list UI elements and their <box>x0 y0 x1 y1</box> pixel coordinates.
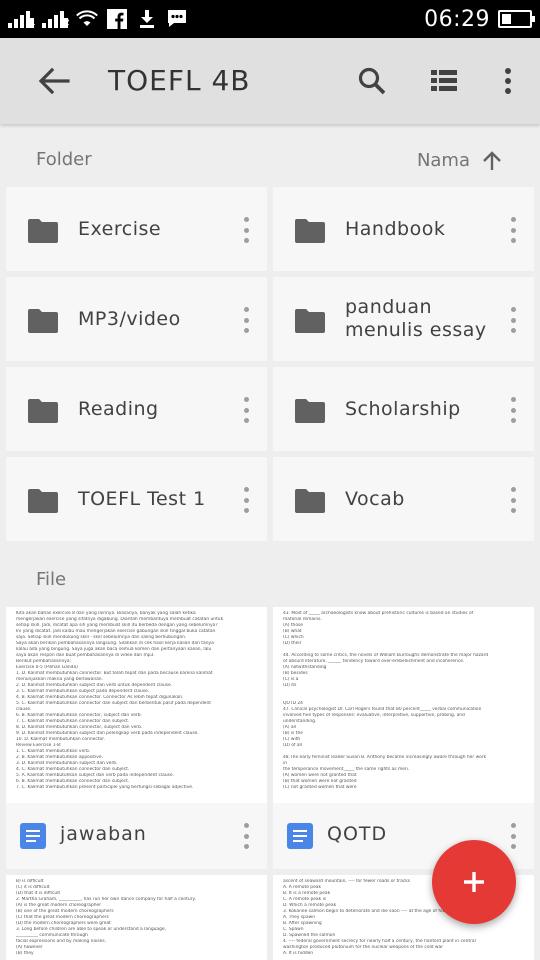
plus-icon <box>464 872 484 892</box>
add-button[interactable] <box>432 840 516 924</box>
preview-line: A. It is hidden <box>283 951 314 956</box>
back-button[interactable] <box>26 53 82 109</box>
folder-name: panduan menulis essay <box>345 296 487 341</box>
app-bar: TOEFL 4B <box>0 38 540 124</box>
more-vert-icon[interactable] <box>243 487 249 513</box>
more-vert-icon[interactable] <box>510 487 516 513</box>
folder-card[interactable]: Reading <box>6 367 267 451</box>
more-vert-icon[interactable] <box>510 217 516 243</box>
more-vert-icon <box>505 68 511 94</box>
more-vert-icon[interactable] <box>510 397 516 423</box>
folder-name: TOEFL Test 1 <box>78 488 206 510</box>
page-title: TOEFL 4B <box>108 64 251 97</box>
folder-card[interactable]: Vocab <box>273 457 534 541</box>
signal-2-icon: 2 <box>42 10 70 28</box>
google-docs-icon <box>287 823 313 849</box>
folder-name: Reading <box>78 398 159 420</box>
folder-icon <box>28 309 58 333</box>
view-toggle-button[interactable] <box>416 53 472 109</box>
file-preview: 43. Most of _____ archaeologists know ab… <box>273 607 534 803</box>
more-options-button[interactable] <box>480 53 536 109</box>
file-card[interactable]: 43. Most of _____ archaeologists know ab… <box>273 607 534 869</box>
folder-name: MP3/video <box>78 308 181 330</box>
arrow-back-icon <box>38 67 70 95</box>
download-icon <box>136 9 158 29</box>
folder-card[interactable]: Exercise <box>6 187 267 271</box>
folder-card[interactable]: Scholarship <box>273 367 534 451</box>
folder-section-label: Folder <box>36 149 92 170</box>
sort-label: Nama <box>416 150 470 171</box>
facebook-icon <box>106 9 128 29</box>
more-vert-icon[interactable] <box>243 307 249 333</box>
file-preview: Kita akan bahas exercise 8 dan yang lain… <box>6 607 267 803</box>
folder-icon <box>28 219 58 243</box>
file-footer: jawaban <box>6 803 267 869</box>
more-vert-icon[interactable] <box>243 823 249 849</box>
more-vert-icon[interactable] <box>510 823 516 849</box>
arrow-up-icon <box>483 150 501 170</box>
file-name: QOTD <box>327 823 388 845</box>
folder-icon <box>28 399 58 423</box>
wifi-icon <box>76 9 98 29</box>
folder-icon <box>295 489 325 513</box>
preview-line: 7. C. Kalimat membutuhkan present partic… <box>16 785 194 790</box>
google-docs-icon <box>20 823 46 849</box>
folder-icon <box>28 489 58 513</box>
status-bar: 1 2 06:29 <box>0 0 540 38</box>
folder-icon <box>295 219 325 243</box>
folder-card[interactable]: panduan menulis essay <box>273 277 534 361</box>
folder-name: Exercise <box>78 218 162 240</box>
folder-card[interactable]: TOEFL Test 1 <box>6 457 267 541</box>
folder-icon <box>295 309 325 333</box>
preview-line: (B) they <box>16 951 34 956</box>
battery-level <box>502 14 512 24</box>
signal-2-label: 2 <box>64 18 70 28</box>
sort-control[interactable]: Nama <box>417 150 502 171</box>
preview-line: (C) not granted women that were <box>283 785 357 790</box>
folder-name: Scholarship <box>345 398 461 420</box>
file-card[interactable]: Kita akan bahas exercise 8 dan yang lain… <box>6 607 267 869</box>
search-button[interactable] <box>344 53 400 109</box>
signal-1-icon: 1 <box>8 10 36 28</box>
folder-name: Vocab <box>345 488 405 510</box>
battery-icon <box>498 10 535 28</box>
list-view-icon <box>431 70 457 91</box>
more-vert-icon[interactable] <box>510 307 516 333</box>
clock: 06:29 <box>424 6 490 32</box>
folder-card[interactable]: Handbook <box>273 187 534 271</box>
signal-1-label: 1 <box>30 18 36 28</box>
more-vert-icon[interactable] <box>243 397 249 423</box>
file-section-label: File <box>36 569 67 590</box>
folder-icon <box>295 399 325 423</box>
chat-icon <box>166 9 188 29</box>
folder-name: Handbook <box>345 218 446 240</box>
file-preview[interactable]: B) is difficult (C) it is difficult (D) th… <box>6 875 267 960</box>
search-icon <box>358 67 386 95</box>
file-name: jawaban <box>60 823 147 845</box>
more-vert-icon[interactable] <box>243 217 249 243</box>
folder-card[interactable]: MP3/video <box>6 277 267 361</box>
